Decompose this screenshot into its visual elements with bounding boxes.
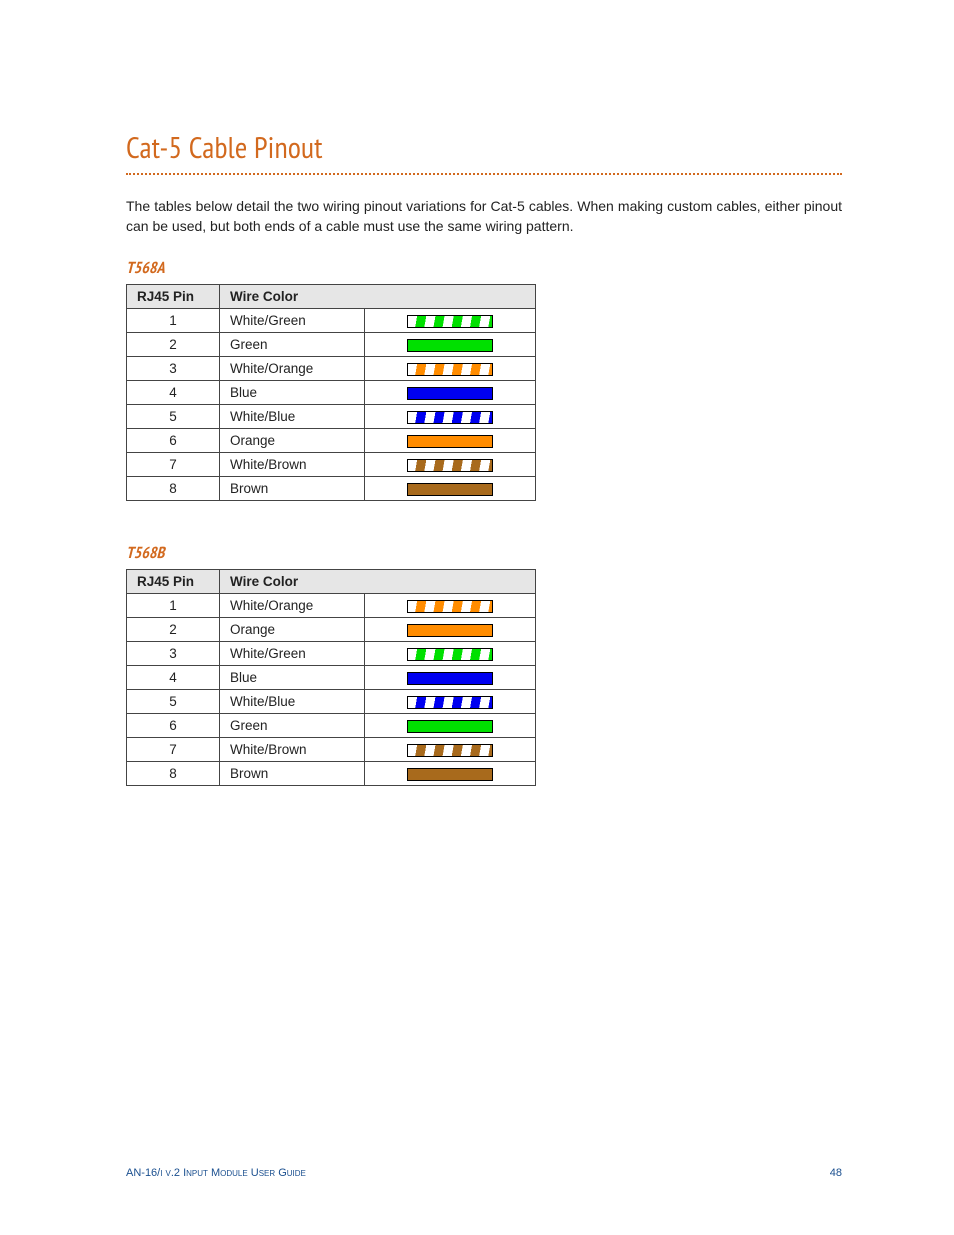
table-row: 7White/Brown xyxy=(127,453,536,477)
wire-swatch-icon xyxy=(407,339,493,352)
wire-swatch-icon xyxy=(407,435,493,448)
wire-swatch-icon xyxy=(407,411,493,424)
table-row: 6Green xyxy=(127,714,536,738)
wire-color-cell: White/Orange xyxy=(220,357,365,381)
wire-swatch-cell xyxy=(365,642,536,666)
wire-color-cell: Brown xyxy=(220,762,365,786)
pin-cell: 4 xyxy=(127,666,220,690)
wire-swatch-icon xyxy=(407,459,493,472)
pin-cell: 3 xyxy=(127,642,220,666)
wire-swatch-icon xyxy=(407,744,493,757)
pin-cell: 7 xyxy=(127,453,220,477)
wire-color-cell: White/Blue xyxy=(220,405,365,429)
t568b-heading: T568B xyxy=(126,543,842,563)
pin-cell: 2 xyxy=(127,333,220,357)
pin-cell: 5 xyxy=(127,690,220,714)
wire-swatch-icon xyxy=(407,483,493,496)
table-row: 5White/Blue xyxy=(127,690,536,714)
table-row: 4Blue xyxy=(127,666,536,690)
wire-swatch-cell xyxy=(365,762,536,786)
wire-color-cell: White/Brown xyxy=(220,453,365,477)
col-header-pin: RJ45 Pin xyxy=(127,285,220,309)
wire-swatch-icon xyxy=(407,315,493,328)
wire-swatch-cell xyxy=(365,477,536,501)
pin-cell: 3 xyxy=(127,357,220,381)
pin-cell: 6 xyxy=(127,714,220,738)
wire-swatch-icon xyxy=(407,768,493,781)
col-header-color: Wire Color xyxy=(220,285,536,309)
wire-swatch-cell xyxy=(365,594,536,618)
col-header-pin: RJ45 Pin xyxy=(127,570,220,594)
footer-page-number: 48 xyxy=(830,1167,842,1179)
wire-swatch-icon xyxy=(407,720,493,733)
table-row: 6Orange xyxy=(127,429,536,453)
wire-swatch-cell xyxy=(365,333,536,357)
wire-swatch-cell xyxy=(365,453,536,477)
table-row: 3White/Orange xyxy=(127,357,536,381)
pin-cell: 1 xyxy=(127,309,220,333)
wire-swatch-cell xyxy=(365,429,536,453)
wire-swatch-icon xyxy=(407,363,493,376)
table-row: 2Orange xyxy=(127,618,536,642)
t568a-heading: T568A xyxy=(126,258,842,278)
table-row: 1White/Orange xyxy=(127,594,536,618)
wire-color-cell: Blue xyxy=(220,381,365,405)
wire-swatch-icon xyxy=(407,387,493,400)
wire-color-cell: White/Green xyxy=(220,309,365,333)
table-row: 1White/Green xyxy=(127,309,536,333)
wire-swatch-cell xyxy=(365,714,536,738)
wire-color-cell: Green xyxy=(220,333,365,357)
wire-color-cell: White/Orange xyxy=(220,594,365,618)
pin-cell: 5 xyxy=(127,405,220,429)
footer-left: AN-16/i v.2 Input Module User Guide xyxy=(126,1167,306,1179)
wire-swatch-cell xyxy=(365,309,536,333)
wire-swatch-icon xyxy=(407,624,493,637)
wire-swatch-cell xyxy=(365,738,536,762)
title-rule xyxy=(126,173,842,175)
wire-color-cell: White/Brown xyxy=(220,738,365,762)
pin-cell: 4 xyxy=(127,381,220,405)
col-header-color: Wire Color xyxy=(220,570,536,594)
table-row: 4Blue xyxy=(127,381,536,405)
pin-cell: 6 xyxy=(127,429,220,453)
wire-swatch-icon xyxy=(407,696,493,709)
wire-color-cell: Orange xyxy=(220,429,365,453)
wire-color-cell: Brown xyxy=(220,477,365,501)
wire-color-cell: White/Blue xyxy=(220,690,365,714)
table-row: 8Brown xyxy=(127,762,536,786)
pin-cell: 1 xyxy=(127,594,220,618)
pin-cell: 7 xyxy=(127,738,220,762)
wire-color-cell: White/Green xyxy=(220,642,365,666)
t568b-table: RJ45 Pin Wire Color 1White/Orange2Orange… xyxy=(126,569,536,786)
pin-cell: 8 xyxy=(127,762,220,786)
wire-swatch-cell xyxy=(365,666,536,690)
t568a-table: RJ45 Pin Wire Color 1White/Green2Green3W… xyxy=(126,284,536,501)
wire-swatch-cell xyxy=(365,357,536,381)
pin-cell: 8 xyxy=(127,477,220,501)
page-title: Cat-5 Cable Pinout xyxy=(126,128,842,167)
wire-swatch-icon xyxy=(407,600,493,613)
wire-swatch-icon xyxy=(407,672,493,685)
pin-cell: 2 xyxy=(127,618,220,642)
table-row: 7White/Brown xyxy=(127,738,536,762)
wire-swatch-icon xyxy=(407,648,493,661)
wire-swatch-cell xyxy=(365,618,536,642)
table-row: 2Green xyxy=(127,333,536,357)
wire-swatch-cell xyxy=(365,405,536,429)
wire-color-cell: Blue xyxy=(220,666,365,690)
wire-swatch-cell xyxy=(365,381,536,405)
wire-color-cell: Orange xyxy=(220,618,365,642)
wire-color-cell: Green xyxy=(220,714,365,738)
table-row: 8Brown xyxy=(127,477,536,501)
table-row: 5White/Blue xyxy=(127,405,536,429)
intro-paragraph: The tables below detail the two wiring p… xyxy=(126,197,842,236)
table-row: 3White/Green xyxy=(127,642,536,666)
wire-swatch-cell xyxy=(365,690,536,714)
